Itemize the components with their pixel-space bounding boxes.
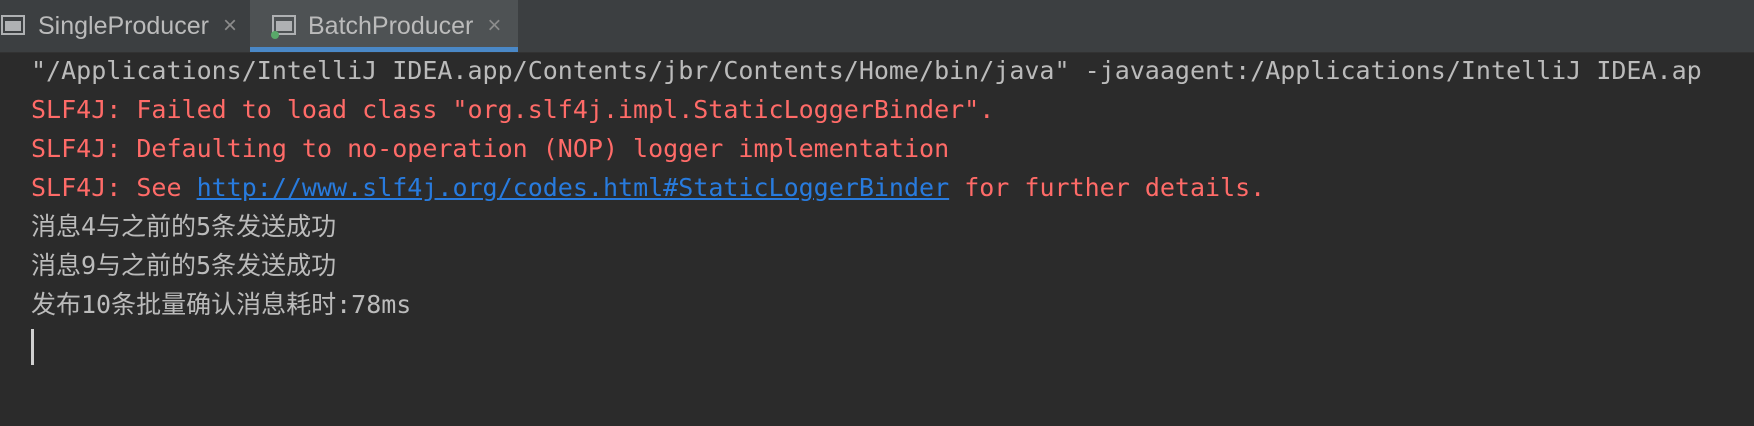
run-console-icon [1,15,25,35]
console-output[interactable]: "/Applications/IntelliJ IDEA.app/Content… [0,53,1754,426]
warning-prefix: SLF4J: See [31,173,197,202]
slf4j-warning-2: SLF4J: Defaulting to no-operation (NOP) … [31,134,950,163]
slf4j-codes-link[interactable]: http://www.slf4j.org/codes.html#StaticLo… [197,173,950,202]
tab-label: SingleProducer [38,11,209,40]
run-console-icon [271,15,296,39]
warning-suffix: for further details. [949,173,1266,202]
slf4j-warning-3: SLF4J: See http://www.slf4j.org/codes.ht… [31,172,1265,204]
output-line-2: 消息9与之前的5条发送成功 [31,251,337,280]
tab-label: BatchProducer [308,11,474,40]
command-line: "/Applications/IntelliJ IDEA.app/Content… [31,56,1702,85]
close-icon[interactable]: × [223,12,237,40]
output-line-1: 消息4与之前的5条发送成功 [31,212,337,241]
tab-single-producer[interactable]: SingleProducer × [0,0,250,52]
close-icon[interactable]: × [487,12,501,40]
tab-batch-producer[interactable]: BatchProducer × [250,0,518,52]
text-cursor [31,329,34,365]
slf4j-warning-1: SLF4J: Failed to load class "org.slf4j.i… [31,95,995,124]
active-tab-indicator [250,47,518,52]
output-line-3: 发布10条批量确认消息耗时:78ms [31,290,412,319]
run-tool-window-tabs: SingleProducer × BatchProducer × [0,0,1754,53]
